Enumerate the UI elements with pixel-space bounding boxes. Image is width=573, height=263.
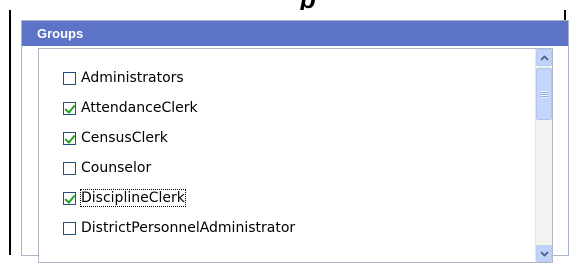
list-item-districtpersonneladministrator[interactable]: DistrictPersonnelAdministrator (63, 213, 295, 243)
vertical-scrollbar[interactable] (535, 49, 552, 262)
groups-panel: Groups Administrators AttendanceClerk Ce… (21, 20, 569, 263)
checkbox-label[interactable]: CensusClerk (81, 130, 168, 146)
chevron-up-icon[interactable] (536, 49, 552, 66)
list-item-censusclerk[interactable]: CensusClerk (63, 123, 295, 153)
list-item-counselor[interactable]: Counselor (63, 153, 295, 183)
checkbox-counselor[interactable] (63, 161, 76, 175)
checkbox-censusclerk[interactable] (63, 131, 76, 145)
checkbox-disciplineclerk[interactable] (63, 191, 76, 205)
grip-icon (540, 90, 548, 98)
checkbox-label[interactable]: Counselor (81, 160, 151, 176)
groups-panel-title: Groups (22, 21, 568, 46)
list-item-disciplineclerk[interactable]: DisciplineClerk (63, 183, 295, 213)
groups-listbox[interactable]: Administrators AttendanceClerk CensusCle… (38, 48, 553, 263)
groups-list: Administrators AttendanceClerk CensusCle… (63, 63, 295, 243)
list-item-attendanceclerk[interactable]: AttendanceClerk (63, 93, 295, 123)
checkbox-label[interactable]: AttendanceClerk (81, 100, 198, 116)
list-item-administrators[interactable]: Administrators (63, 63, 295, 93)
checkbox-label[interactable]: DisciplineClerk (80, 189, 186, 207)
checkbox-administrators[interactable] (63, 71, 76, 85)
checkbox-label[interactable]: DistrictPersonnelAdministrator (81, 220, 295, 236)
checkbox-attendanceclerk[interactable] (63, 101, 76, 115)
checkbox-label[interactable]: Administrators (81, 70, 184, 86)
checkbox-districtpersonneladministrator[interactable] (63, 221, 76, 235)
chevron-down-icon[interactable] (536, 245, 552, 262)
scrollbar-thumb[interactable] (536, 68, 552, 120)
